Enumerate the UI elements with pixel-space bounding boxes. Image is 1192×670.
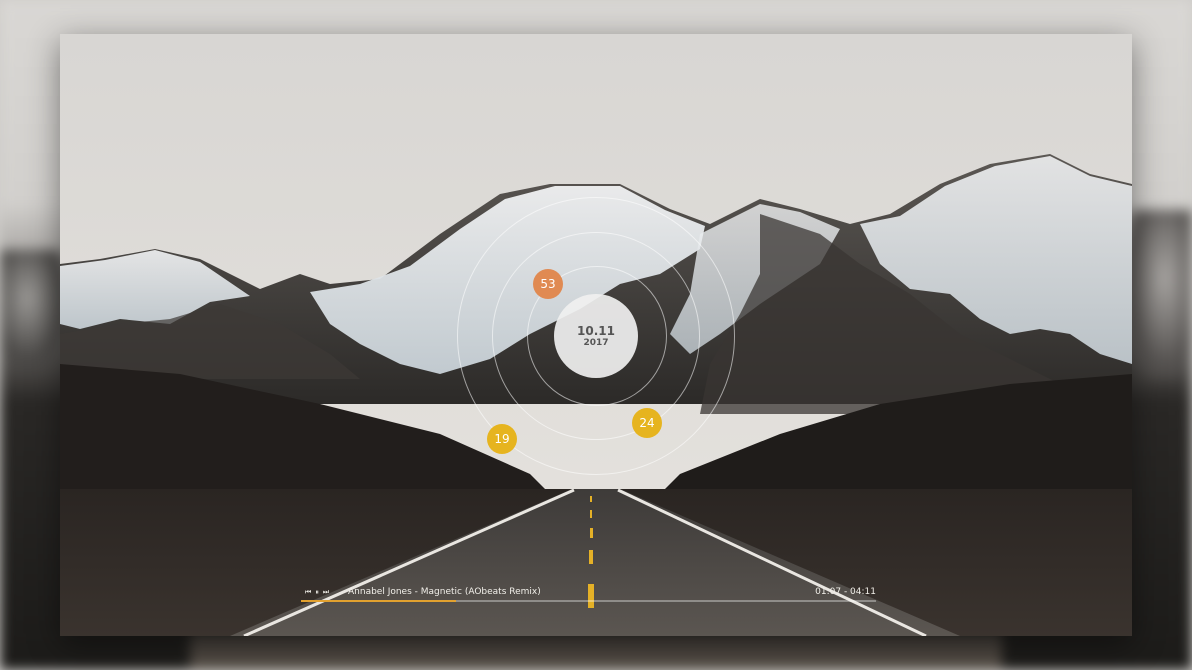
music-player-bar: ⏮ ⏸ ⏭ Annabel Jones - Magnetic (AObeats … <box>301 586 876 602</box>
track-title: Annabel Jones - Magnetic (AObeats Remix) <box>348 587 541 597</box>
track-time: 01:07 - 04:11 <box>815 587 876 597</box>
progress-bar[interactable] <box>301 600 876 602</box>
orbit-dot-19: 19 <box>487 424 517 454</box>
backdrop-road <box>190 630 1002 670</box>
year-label: 2017 <box>583 337 609 348</box>
orbit-clock-widget: 10.11 2017 53 24 19 <box>60 34 1132 636</box>
orbit-dot-value: 24 <box>639 416 655 430</box>
previous-track-icon[interactable]: ⏮ <box>305 588 311 597</box>
orbit-dot-24: 24 <box>632 408 662 438</box>
backdrop-mountain-right <box>1122 210 1192 380</box>
orbit-dot-value: 19 <box>494 432 510 446</box>
orbit-dot-53: 53 <box>533 269 563 299</box>
orbit-dot-value: 53 <box>540 277 556 291</box>
date-disc: 10.11 2017 <box>554 294 638 378</box>
pause-icon[interactable]: ⏸ <box>315 588 319 597</box>
date-label: 10.11 <box>577 323 615 338</box>
next-track-icon[interactable]: ⏭ <box>323 588 329 597</box>
desktop-wallpaper: 10.11 2017 53 24 19 ⏮ ⏸ ⏭ Annabel Jones … <box>60 34 1132 636</box>
progress-bar-fill <box>301 600 457 602</box>
playback-controls: ⏮ ⏸ ⏭ <box>305 588 329 597</box>
